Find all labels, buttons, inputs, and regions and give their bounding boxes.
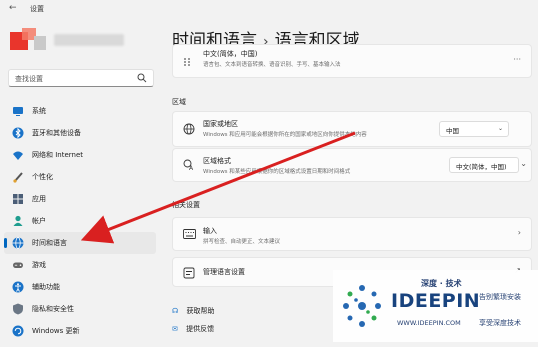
watermark: 深度 · 技术 IDEEPIN WWW.IDEEPIN.COM 告别繁琐安装 享…: [333, 270, 538, 342]
watermark-tag: 深度 · 技术: [421, 279, 462, 288]
watermark-brand: IDEEPIN: [391, 290, 481, 312]
watermark-url: WWW.IDEEPIN.COM: [397, 319, 461, 327]
watermark-slogan-1: 告别繁琐安装: [479, 293, 521, 301]
watermark-logo-icon: [343, 285, 381, 327]
watermark-slogan-2: 享受深度技术: [479, 319, 521, 327]
